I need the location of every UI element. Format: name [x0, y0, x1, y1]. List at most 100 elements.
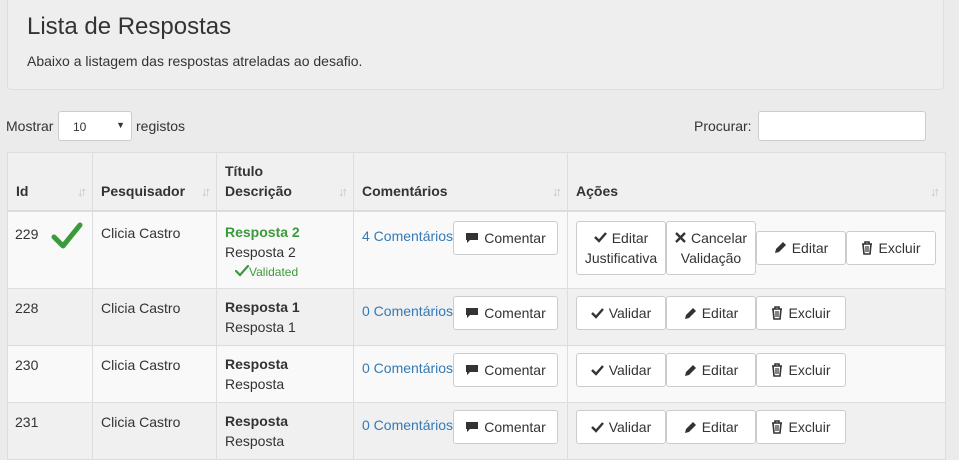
answer-title: Resposta 2: [225, 223, 300, 240]
answer-description: Resposta 2: [225, 243, 296, 260]
check-icon: [234, 264, 250, 277]
search-input[interactable]: [758, 111, 926, 141]
delete-button[interactable]: Excluir: [756, 353, 846, 387]
check-icon: [590, 421, 604, 433]
table-row: 231 Clicia Castro Resposta Resposta 0 Co…: [7, 402, 946, 460]
cell-title: Resposta 1 Resposta 1: [216, 288, 354, 346]
table-row: 229 Clicia Castro Resposta 2 Resposta 2 …: [7, 210, 946, 289]
table-controls: Mostrar 10 ▼ registos Procurar:: [0, 111, 959, 143]
comment-icon: [465, 307, 479, 319]
validate-button[interactable]: Validar: [576, 353, 666, 387]
sort-icon: ↓↑: [338, 183, 348, 199]
comment-button[interactable]: Comentar: [453, 410, 558, 444]
sort-icon: ↓↑: [77, 183, 87, 199]
validate-button[interactable]: Validar: [576, 410, 666, 444]
check-icon: [51, 222, 83, 248]
pencil-icon: [684, 307, 697, 320]
answer-description: Resposta: [225, 433, 285, 449]
cell-title: Resposta Resposta: [216, 345, 354, 403]
page-subtitle: Abaixo a listagem das respostas atrelada…: [27, 53, 363, 69]
column-header-title[interactable]: Título Descrição ↓↑: [216, 152, 354, 212]
page-title: Lista de Respostas: [27, 13, 232, 40]
page-size-select[interactable]: 10 ▼: [58, 111, 132, 141]
comments-link[interactable]: 4 Comentários: [362, 228, 453, 244]
comment-icon: [465, 232, 479, 244]
page-header: Lista de Respostas Abaixo a listagem das…: [7, 0, 944, 90]
trash-icon: [771, 363, 783, 377]
comment-icon: [465, 364, 479, 376]
cell-id: 230: [7, 345, 93, 403]
answer-title: Resposta 1: [225, 299, 300, 315]
researcher-name: Clicia Castro: [101, 357, 181, 373]
cell-id: 229: [7, 210, 93, 289]
row-id: 228: [15, 300, 39, 316]
edit-justification-button[interactable]: Editar Justificativa: [576, 220, 666, 275]
comment-button[interactable]: Comentar: [453, 220, 558, 255]
x-icon: [675, 231, 686, 243]
cell-actions: Validar Editar Excluir: [567, 288, 946, 346]
show-label: Mostrar: [6, 118, 54, 134]
cell-comments: 4 Comentários Comentar: [353, 210, 568, 289]
researcher-name: Clicia Castro: [101, 300, 181, 316]
cell-title: Resposta 2 Resposta 2 Validated: [216, 210, 354, 289]
sort-icon: ↓↑: [930, 183, 940, 199]
sort-icon: ↓↑: [201, 183, 211, 199]
validated-badge: Validated: [225, 262, 345, 282]
cell-title: Resposta Resposta: [216, 402, 354, 460]
trash-icon: [861, 240, 873, 255]
edit-button[interactable]: Editar: [666, 410, 756, 444]
answer-title: Resposta: [225, 413, 289, 429]
cell-comments: 0 Comentários Comentar: [353, 402, 568, 460]
edit-button[interactable]: Editar: [666, 353, 756, 387]
check-icon: [590, 364, 604, 376]
cell-researcher: Clicia Castro: [92, 345, 217, 403]
comment-icon: [465, 421, 479, 433]
cell-actions: Editar Justificativa Cancelar Validação …: [567, 210, 946, 289]
cell-id: 228: [7, 288, 93, 346]
pencil-icon: [684, 421, 697, 434]
validate-button[interactable]: Validar: [576, 296, 666, 330]
edit-button[interactable]: Editar: [666, 296, 756, 330]
row-id: 231: [15, 414, 39, 430]
table-row: 230 Clicia Castro Resposta Resposta 0 Co…: [7, 345, 946, 403]
comments-link[interactable]: 0 Comentários: [362, 360, 453, 376]
researcher-name: Clicia Castro: [101, 224, 181, 241]
cell-comments: 0 Comentários Comentar: [353, 288, 568, 346]
cell-comments: 0 Comentários Comentar: [353, 345, 568, 403]
comment-button[interactable]: Comentar: [453, 353, 558, 387]
comments-link[interactable]: 0 Comentários: [362, 303, 453, 319]
trash-icon: [771, 420, 783, 434]
sort-icon: ↓↑: [552, 183, 562, 199]
delete-button[interactable]: Excluir: [756, 296, 846, 330]
table-row: 228 Clicia Castro Resposta 1 Resposta 1 …: [7, 288, 946, 346]
cell-researcher: Clicia Castro: [92, 402, 217, 460]
row-id: 230: [15, 357, 39, 373]
responses-table: Id ↓↑ Pesquisador ↓↑ Título Descrição ↓↑ C…: [7, 152, 946, 460]
cell-researcher: Clicia Castro: [92, 288, 217, 346]
check-icon: [590, 307, 604, 319]
answer-description: Resposta 1: [225, 319, 296, 335]
pencil-icon: [774, 241, 787, 254]
column-header-id[interactable]: Id ↓↑: [7, 152, 93, 212]
cell-actions: Validar Editar Excluir: [567, 402, 946, 460]
column-header-actions[interactable]: Ações ↓↑: [567, 152, 946, 212]
delete-button[interactable]: Excluir: [846, 230, 936, 265]
delete-button[interactable]: Excluir: [756, 410, 846, 444]
answer-description: Resposta: [225, 376, 285, 392]
edit-button[interactable]: Editar: [756, 230, 846, 265]
cancel-validation-button[interactable]: Cancelar Validação: [666, 220, 756, 275]
chevron-down-icon: ▼: [116, 120, 125, 130]
row-id: 229: [15, 225, 39, 242]
pencil-icon: [684, 364, 697, 377]
column-header-researcher[interactable]: Pesquisador ↓↑: [92, 152, 217, 212]
comment-button[interactable]: Comentar: [453, 296, 558, 330]
cell-id: 231: [7, 402, 93, 460]
check-icon: [593, 231, 607, 243]
column-header-comments[interactable]: Comentários ↓↑: [353, 152, 568, 212]
search-label: Procurar:: [694, 118, 752, 134]
cell-researcher: Clicia Castro: [92, 210, 217, 289]
researcher-name: Clicia Castro: [101, 414, 181, 430]
comments-link[interactable]: 0 Comentários: [362, 417, 453, 433]
trash-icon: [771, 306, 783, 320]
page-size-value: 10: [73, 120, 87, 134]
